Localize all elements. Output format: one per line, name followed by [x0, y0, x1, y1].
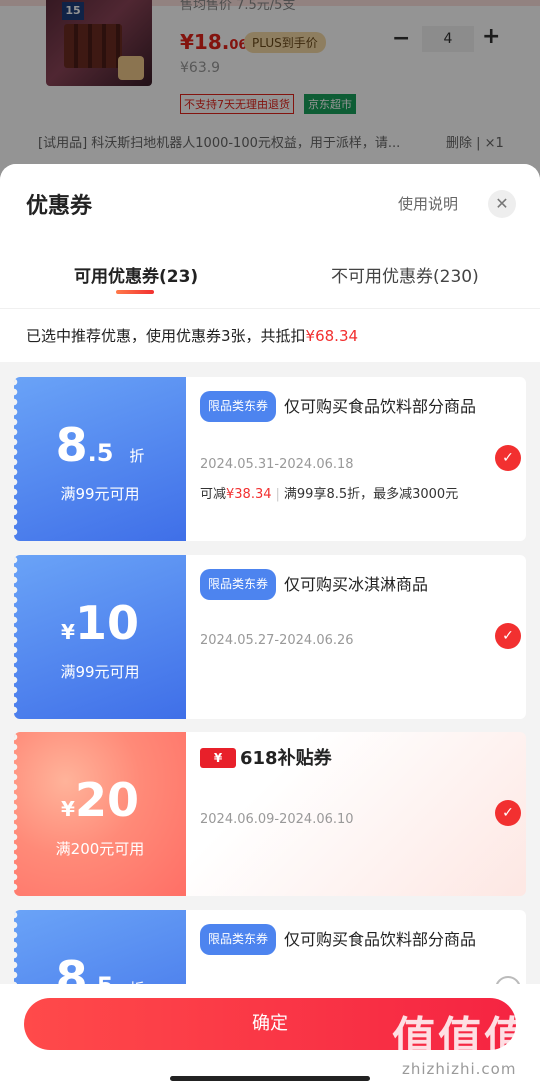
coupon-condition: 满200元可用 [55, 840, 145, 858]
category-coupon-tag: 限品类东券 [200, 924, 277, 955]
coupon-value: 8.5 折 [55, 418, 145, 472]
tab-unavailable-coupons[interactable]: 不可用优惠券(230) [331, 262, 479, 287]
coupon-card[interactable]: ¥10 满99元可用 限品类东券 仅可购买冰淇淋商品 2024.05.27-202… [14, 555, 526, 719]
coupon-selected-checkbox[interactable]: ✓ [495, 445, 521, 471]
coupon-info: ¥618补贴券 2024.06.09-2024.06.10 [200, 732, 490, 896]
coupon-value: ¥10 [61, 596, 139, 650]
coupon-card[interactable]: 8.5 折 满99元可用 限品类东券 仅可购买食品饮料部分商品 2024.05.3… [14, 377, 526, 541]
subsidy-badge-icon: ¥ [200, 748, 236, 768]
summary-amount: ¥68.34 [305, 327, 359, 345]
coupon-selected-checkbox[interactable]: ✓ [495, 623, 521, 649]
selection-summary: 已选中推荐优惠，使用优惠券3张，共抵扣¥68.34 [0, 308, 540, 362]
coupon-date: 2024.05.27-2024.06.26 [200, 633, 354, 648]
coupon-detail: 可减¥38.34 | 满99享8.5折，最多减3000元 [200, 487, 459, 502]
coupon-selected-checkbox[interactable]: ✓ [495, 800, 521, 826]
coupon-condition: 满99元可用 [60, 663, 140, 681]
coupon-value-panel: 8.5 折 满99元可用 [14, 377, 186, 541]
sheet-title: 优惠券 [26, 194, 93, 219]
active-tab-indicator [116, 290, 154, 294]
coupon-date: 2024.06.09-2024.06.10 [200, 812, 354, 827]
category-coupon-tag: 限品类东券 [200, 569, 277, 600]
home-indicator [170, 1076, 370, 1081]
coupon-sheet: 优惠券 使用说明 ✕ 可用优惠券(23) 不可用优惠券(230) 已选中推荐优惠… [0, 164, 540, 1088]
coupon-title: ¥618补贴券 [200, 744, 332, 770]
sheet-header: 优惠券 使用说明 ✕ 可用优惠券(23) 不可用优惠券(230) [0, 164, 540, 308]
tab-available-coupons[interactable]: 可用优惠券(23) [74, 262, 198, 287]
coupon-info: 限品类东券 仅可购买食品饮料部分商品 2024.05.31-2024.06.18 … [200, 377, 490, 541]
coupon-value: ¥20 [61, 773, 139, 827]
usage-instructions-link[interactable]: 使用说明 [398, 193, 458, 214]
watermark-url: zhizhizhi.com [402, 1060, 517, 1078]
coupon-condition: 满99元可用 [60, 485, 140, 503]
coupon-date: 2024.05.31-2024.06.18 [200, 457, 354, 472]
category-coupon-tag: 限品类东券 [200, 391, 277, 422]
coupon-title: 限品类东券 仅可购买食品饮料部分商品 [200, 924, 490, 955]
coupon-info: 限品类东券 仅可购买冰淇淋商品 2024.05.27-2024.06.26 [200, 555, 490, 719]
coupon-value-panel: ¥10 满99元可用 [14, 555, 186, 719]
close-button[interactable]: ✕ [488, 190, 516, 218]
coupon-value-panel: ¥20 满200元可用 [14, 732, 186, 896]
coupon-title: 限品类东券 仅可购买食品饮料部分商品 [200, 391, 490, 422]
coupon-card[interactable]: ¥20 满200元可用 ¥618补贴券 2024.06.09-2024.06.1… [14, 732, 526, 896]
summary-text: 已选中推荐优惠，使用优惠券3张，共抵扣¥68.34 [26, 327, 359, 345]
coupon-title: 限品类东券 仅可购买冰淇淋商品 [200, 569, 490, 600]
watermark-logo: 值值值 [392, 1013, 530, 1064]
